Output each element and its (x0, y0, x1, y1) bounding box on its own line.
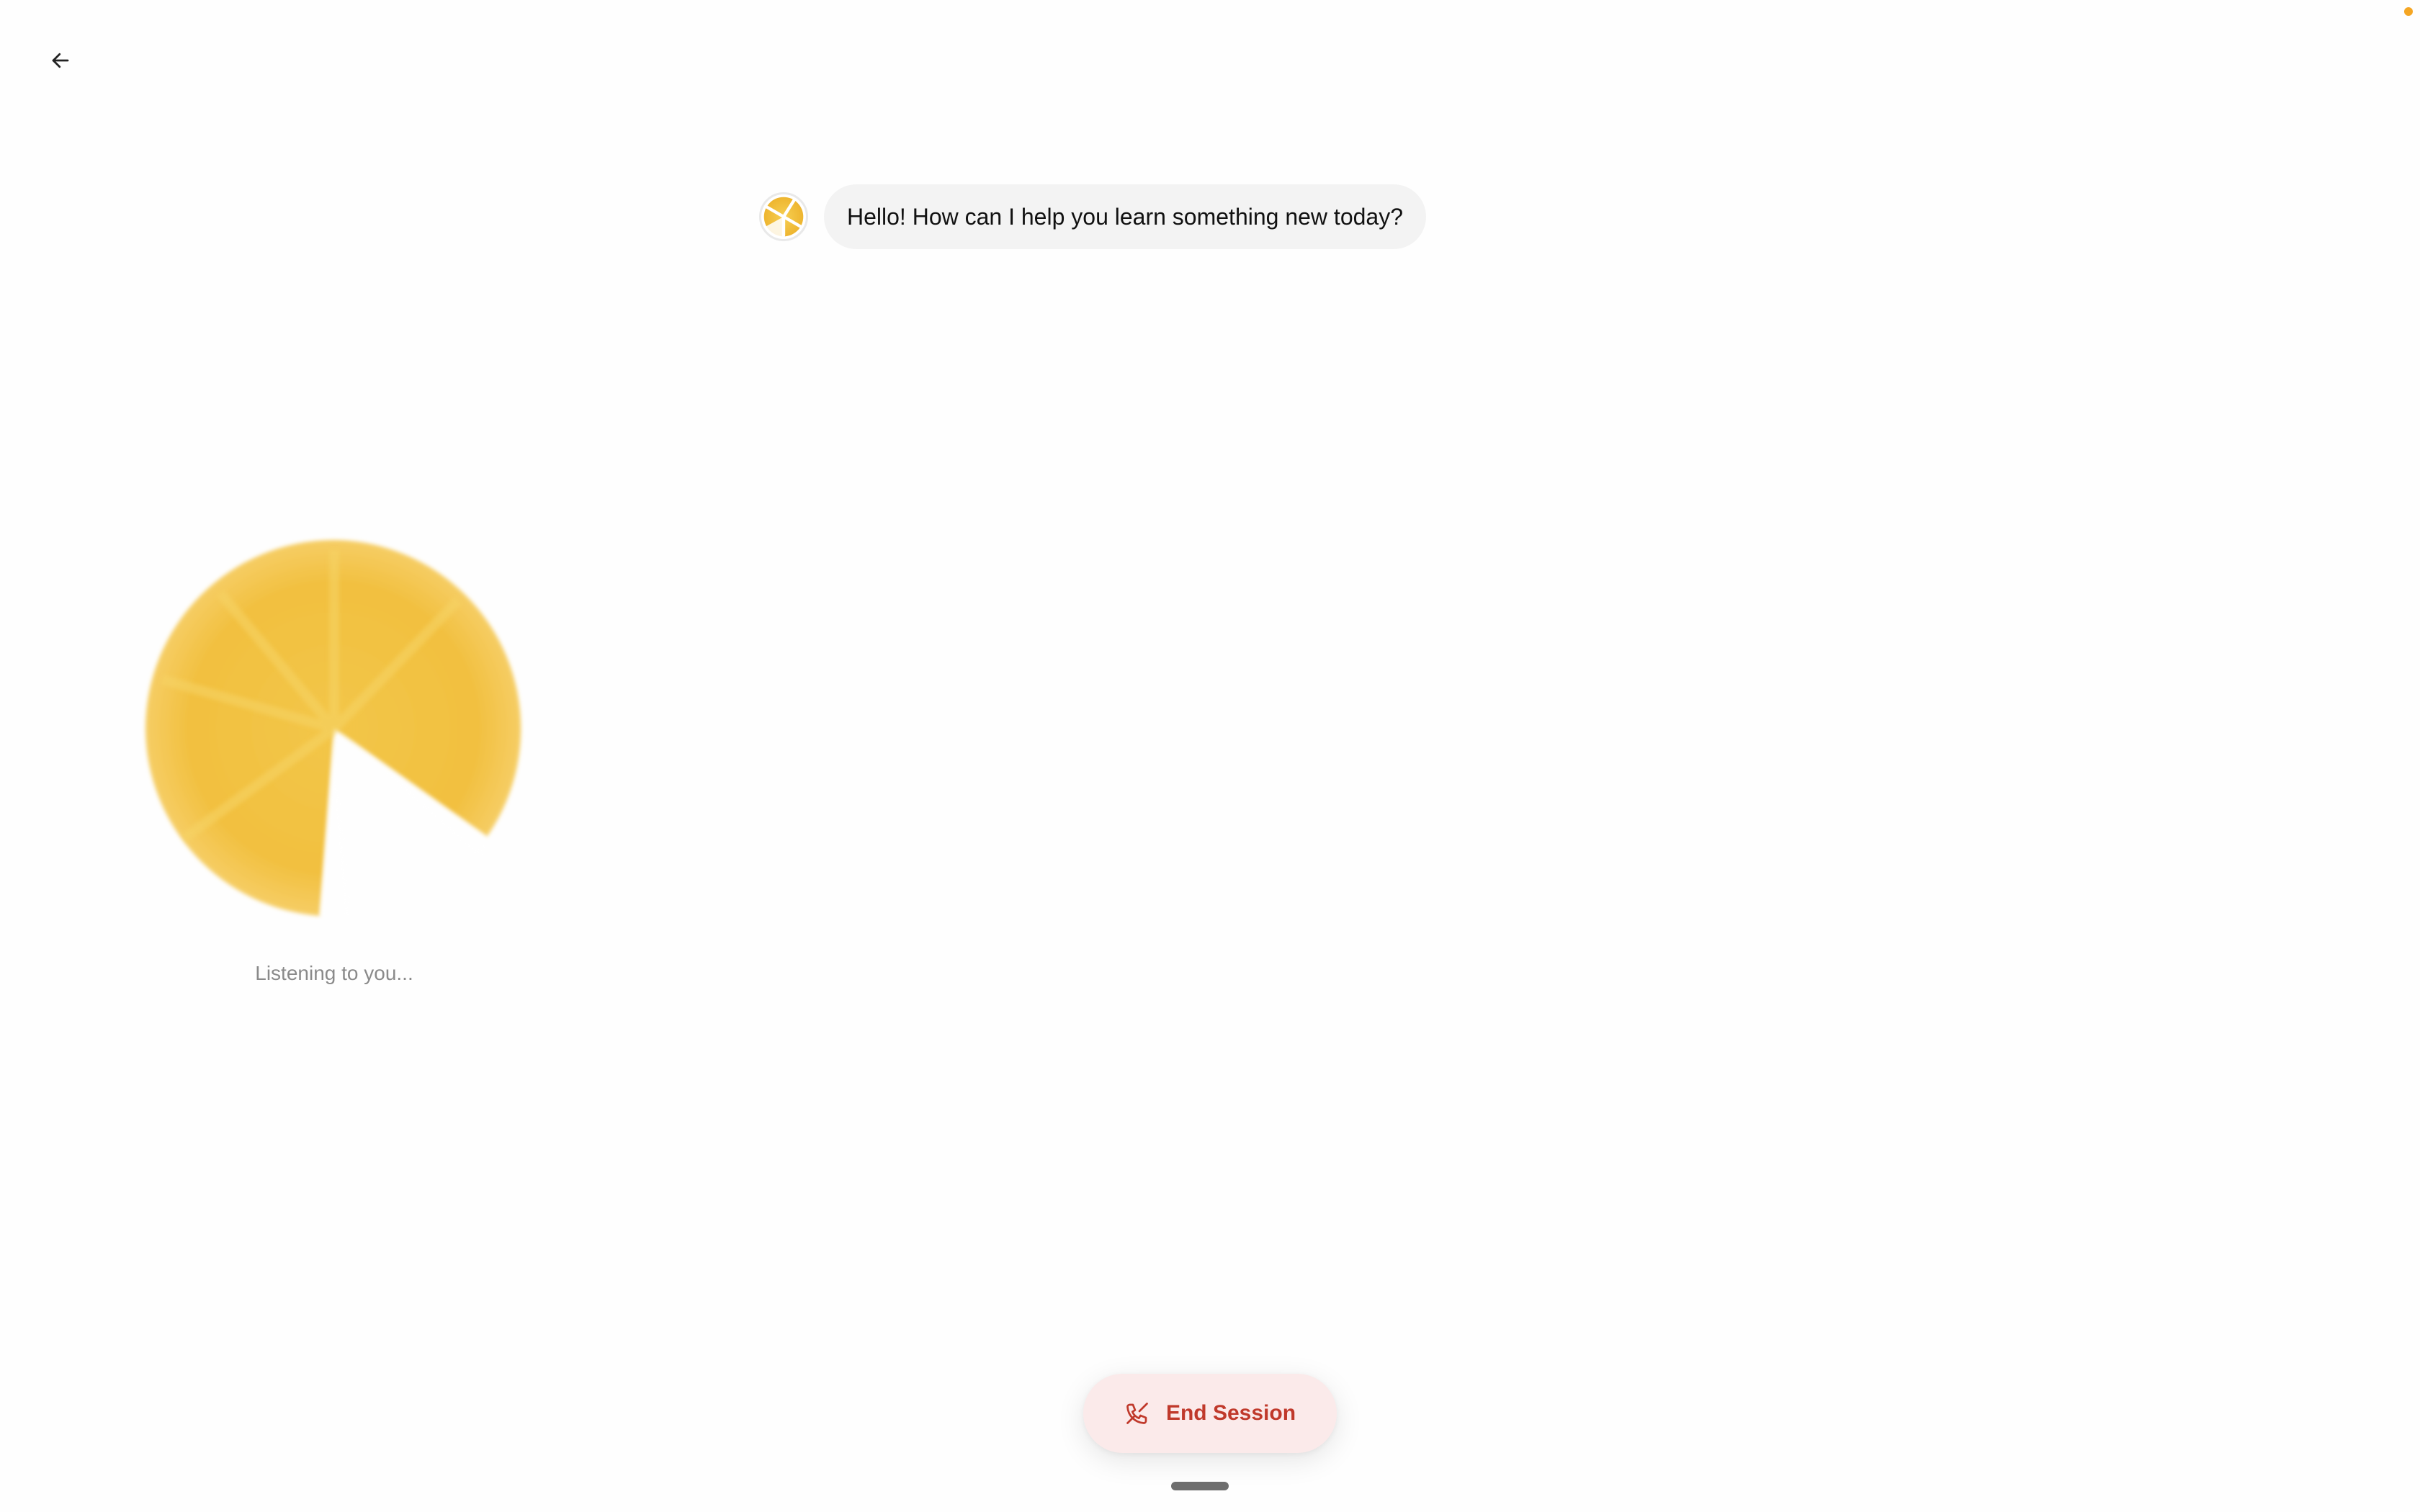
arrow-left-icon (52, 53, 69, 68)
home-indicator[interactable] (1171, 1482, 1229, 1490)
listening-status: Listening to you... (255, 962, 413, 984)
citrus-orb-graphic (145, 540, 521, 916)
voice-orb (141, 536, 527, 922)
end-session-label: End Session (1165, 1401, 1296, 1425)
assistant-message: Hello! How can I help you learn somethin… (759, 184, 1426, 250)
assistant-avatar (759, 192, 808, 242)
phone-off-icon (1126, 1403, 1148, 1424)
back-button[interactable] (43, 43, 78, 78)
citrus-slice-icon (763, 197, 804, 238)
message-bubble: Hello! How can I help you learn somethin… (824, 184, 1426, 250)
end-session-button[interactable]: End Session (1083, 1374, 1337, 1453)
status-indicator-dot (2404, 7, 2413, 16)
voice-session-screen: Hello! How can I help you learn somethin… (0, 0, 2420, 1512)
